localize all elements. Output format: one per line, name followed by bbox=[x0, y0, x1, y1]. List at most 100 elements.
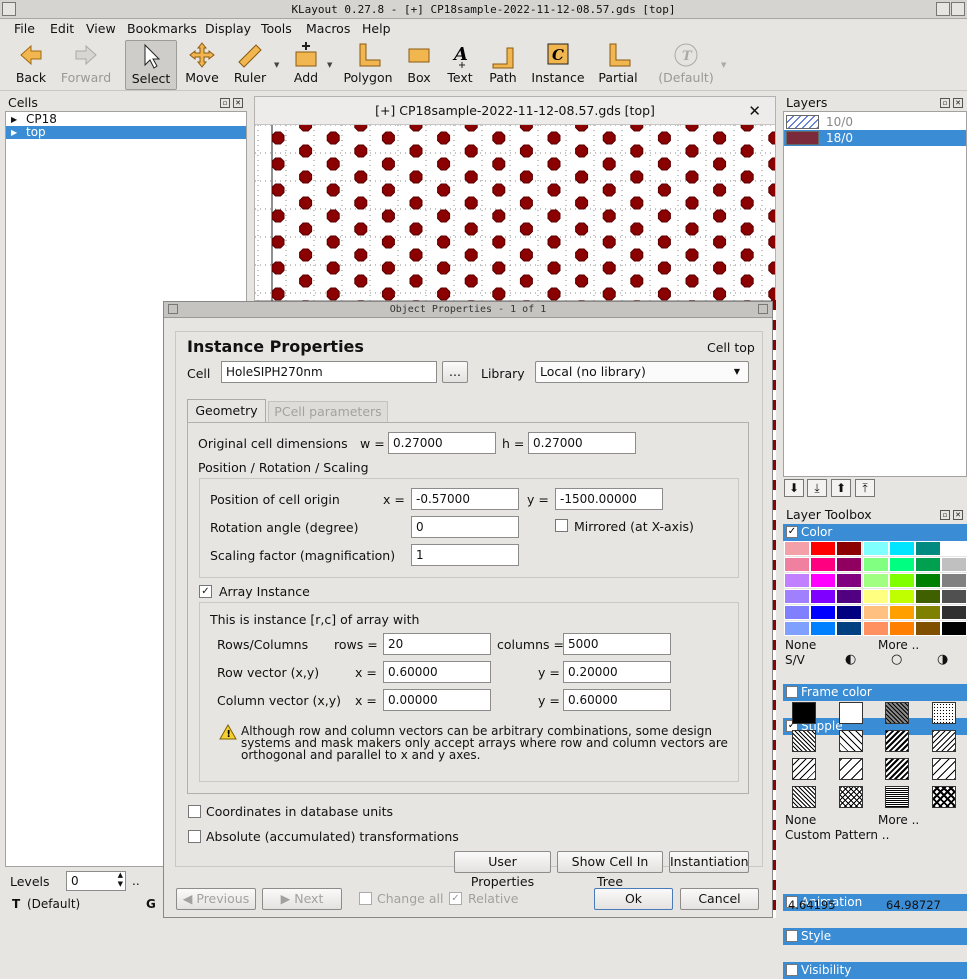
levels-spinbox[interactable]: 0 ▲ ▼ bbox=[66, 871, 126, 891]
column-vector-y-field[interactable]: 0.60000 bbox=[563, 689, 671, 711]
visibility-header[interactable]: Visibility bbox=[783, 962, 967, 979]
color-swatch[interactable] bbox=[862, 621, 889, 636]
stipple-swatch[interactable] bbox=[792, 758, 816, 780]
dialog-maximize-button[interactable] bbox=[758, 304, 768, 314]
height-field[interactable]: 0.27000 bbox=[528, 432, 636, 454]
abs-trans-checkbox[interactable] bbox=[188, 830, 201, 843]
layout-canvas[interactable] bbox=[255, 105, 782, 314]
rotation-field[interactable]: 0 bbox=[411, 516, 519, 538]
color-swatch[interactable] bbox=[862, 541, 889, 556]
color-swatch[interactable] bbox=[941, 557, 967, 572]
color-swatch[interactable] bbox=[862, 589, 889, 604]
menu-view[interactable]: View bbox=[86, 21, 116, 36]
stipple-swatch[interactable] bbox=[792, 730, 816, 752]
layer-row-selected[interactable]: 18/0 bbox=[784, 130, 966, 146]
color-swatch[interactable] bbox=[810, 589, 837, 604]
menu-help[interactable]: Help bbox=[362, 21, 391, 36]
color-swatch[interactable] bbox=[862, 557, 889, 572]
color-swatch[interactable] bbox=[915, 541, 941, 556]
previous-button[interactable]: ◀ Previous bbox=[176, 888, 256, 910]
forward-button[interactable]: Forward bbox=[58, 40, 114, 90]
library-select[interactable]: Local (no library) ▼ bbox=[535, 361, 749, 383]
scaling-field[interactable]: 1 bbox=[411, 544, 519, 566]
color-section-header[interactable]: ✓ Color bbox=[783, 524, 967, 541]
color-swatch[interactable] bbox=[915, 557, 941, 572]
color-swatch[interactable] bbox=[941, 605, 967, 620]
mirrored-checkbox[interactable] bbox=[555, 519, 568, 532]
relative-checkbox[interactable]: ✓ bbox=[449, 892, 462, 905]
show-cell-button[interactable]: Show Cell In Tree bbox=[557, 851, 663, 889]
stipple-swatch[interactable] bbox=[885, 702, 909, 724]
menu-bookmarks[interactable]: Bookmarks bbox=[127, 21, 197, 36]
levels-more[interactable]: .. bbox=[132, 874, 140, 888]
menu-display[interactable]: Display bbox=[205, 21, 251, 36]
path-tool-button[interactable]: Path bbox=[484, 40, 522, 90]
move-tool-button[interactable]: Move bbox=[180, 40, 224, 90]
color-swatch[interactable] bbox=[941, 589, 967, 604]
color-swatch[interactable] bbox=[888, 557, 915, 572]
menu-file[interactable]: File bbox=[14, 21, 35, 36]
instance-tool-button[interactable]: C Instance bbox=[530, 40, 586, 90]
stipple-swatch[interactable] bbox=[792, 702, 816, 724]
coords-db-checkbox[interactable] bbox=[188, 805, 201, 818]
add-tool-button[interactable]: Add bbox=[286, 40, 326, 90]
color-swatch[interactable] bbox=[915, 573, 941, 588]
color-palette[interactable] bbox=[784, 541, 967, 637]
cancel-button[interactable]: Cancel bbox=[680, 888, 759, 910]
layers-close-button[interactable]: ✕ bbox=[953, 98, 963, 108]
frame-color-header[interactable]: Frame color bbox=[783, 684, 967, 701]
stipple-more-button[interactable]: More .. bbox=[878, 813, 919, 827]
stipple-none-button[interactable]: None bbox=[785, 813, 816, 827]
color-swatch[interactable] bbox=[836, 573, 863, 588]
color-swatch[interactable] bbox=[941, 573, 967, 588]
select-tool-button[interactable]: Select bbox=[125, 40, 177, 90]
stipple-swatch[interactable] bbox=[838, 730, 863, 752]
color-swatch[interactable] bbox=[784, 541, 810, 556]
browse-cell-button[interactable]: ... bbox=[442, 361, 468, 383]
custom-pattern-button[interactable]: Custom Pattern .. bbox=[785, 828, 889, 842]
stipple-swatch[interactable] bbox=[792, 786, 816, 808]
row-vector-x-field[interactable]: 0.60000 bbox=[383, 661, 491, 683]
color-swatch[interactable] bbox=[784, 589, 810, 604]
stipple-swatch[interactable] bbox=[885, 786, 909, 808]
style-header[interactable]: Style bbox=[783, 928, 967, 945]
cells-close-button[interactable]: ✕ bbox=[233, 98, 243, 108]
menu-tools[interactable]: Tools bbox=[261, 21, 292, 36]
next-button[interactable]: ▶ Next bbox=[262, 888, 342, 910]
stipple-swatch[interactable] bbox=[931, 730, 956, 752]
columns-field[interactable]: 5000 bbox=[563, 633, 671, 655]
contrast-icon[interactable]: ◑ bbox=[937, 652, 948, 667]
lighter-icon[interactable]: ○ bbox=[891, 652, 902, 667]
menu-edit[interactable]: Edit bbox=[50, 21, 74, 36]
stipple-swatch[interactable] bbox=[931, 758, 956, 780]
move-top-icon[interactable]: ⤒ bbox=[855, 479, 875, 497]
color-swatch[interactable] bbox=[888, 605, 915, 620]
stipple-swatch[interactable] bbox=[931, 702, 956, 724]
maximize-button[interactable] bbox=[936, 2, 950, 16]
color-swatch[interactable] bbox=[836, 621, 863, 636]
menu-macros[interactable]: Macros bbox=[306, 21, 350, 36]
default-template-button[interactable]: T (Default) bbox=[656, 40, 716, 90]
cells-float-button[interactable]: ▫ bbox=[220, 98, 230, 108]
layers-float-button[interactable]: ▫ bbox=[940, 98, 950, 108]
stipple-palette[interactable] bbox=[783, 702, 967, 814]
polygon-tool-button[interactable]: Polygon bbox=[342, 40, 394, 90]
ok-button[interactable]: Ok bbox=[594, 888, 673, 910]
color-swatch[interactable] bbox=[862, 605, 889, 620]
instantiation-button[interactable]: Instantiation bbox=[669, 851, 749, 873]
expand-icon[interactable]: ▶ bbox=[11, 126, 17, 139]
color-swatch[interactable] bbox=[862, 573, 889, 588]
color-swatch[interactable] bbox=[810, 541, 837, 556]
text-tool-button[interactable]: A Text bbox=[442, 40, 478, 90]
array-instance-checkbox[interactable]: ✓ bbox=[199, 585, 212, 598]
color-swatch[interactable] bbox=[810, 573, 837, 588]
darker-icon[interactable]: ◐ bbox=[845, 652, 856, 667]
stipple-swatch[interactable] bbox=[838, 758, 863, 780]
window-menu-button[interactable] bbox=[2, 2, 16, 16]
width-field[interactable]: 0.27000 bbox=[388, 432, 496, 454]
color-swatch[interactable] bbox=[941, 541, 967, 556]
color-swatch[interactable] bbox=[888, 621, 915, 636]
stipple-swatch[interactable] bbox=[931, 786, 956, 808]
stipple-swatch[interactable] bbox=[838, 786, 863, 808]
color-none-button[interactable]: None bbox=[785, 638, 816, 652]
